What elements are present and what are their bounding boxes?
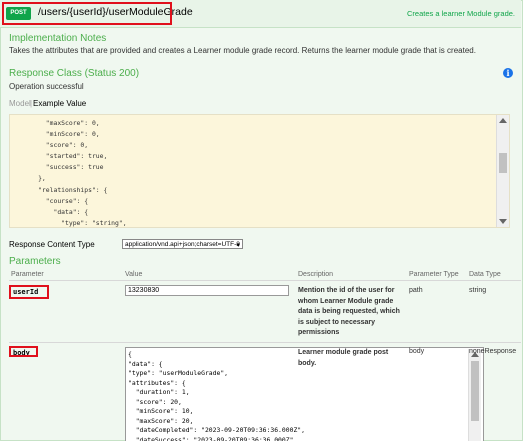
scroll-down-arrow-icon[interactable] xyxy=(499,219,507,224)
column-header-data-type: Data Type xyxy=(469,271,501,278)
data-type-userid: string xyxy=(469,287,487,294)
response-content-type-label: Response Content Type xyxy=(9,240,95,249)
tab-model[interactable]: Model xyxy=(9,99,31,108)
implementation-notes-heading: Implementation Notes xyxy=(9,33,107,44)
content-type-value: application/vnd.api+json;charset=UTF-8 xyxy=(125,241,240,248)
column-header-value: Value xyxy=(125,271,143,278)
scroll-up-arrow-icon[interactable] xyxy=(499,118,507,123)
highlight-box-userid xyxy=(9,285,49,299)
row-divider xyxy=(9,342,521,343)
param-type-body: body xyxy=(409,348,425,355)
param-type-userid: path xyxy=(409,287,423,294)
tab-separator: | xyxy=(30,99,33,108)
response-class-heading: Response Class (Status 200) xyxy=(9,68,140,79)
highlight-box-body xyxy=(9,346,38,357)
body-scrollbar[interactable] xyxy=(468,349,481,441)
parameters-heading: Parameters xyxy=(9,256,61,267)
info-icon[interactable]: i xyxy=(503,68,513,78)
header-divider xyxy=(9,280,521,281)
response-status-text: Operation successful xyxy=(9,82,84,91)
tab-example-value[interactable]: Example Value xyxy=(33,99,86,108)
scrollbar-thumb[interactable] xyxy=(471,361,479,421)
chevron-down-icon: ▾ xyxy=(236,242,240,249)
highlight-box-endpoint xyxy=(2,2,172,25)
column-header-parameter-type: Parameter Type xyxy=(409,271,459,278)
example-value-text: "maxScore": 0, "minScore": 0, "score": 0… xyxy=(38,119,127,227)
userid-input[interactable] xyxy=(125,285,289,296)
column-header-description: Description xyxy=(298,271,334,278)
example-value-code[interactable]: "maxScore": 0, "minScore": 0, "score": 0… xyxy=(9,114,510,228)
column-header-parameter: Parameter xyxy=(11,271,44,278)
implementation-notes-text: Takes the attributes that are provided a… xyxy=(9,46,476,55)
data-type-body: noneResponse xyxy=(469,348,517,355)
operation-summary[interactable]: Creates a learner Module grade. xyxy=(407,9,515,18)
scrollbar-thumb[interactable] xyxy=(499,153,507,173)
param-description-userid: Mention the id of the user for whom Lear… xyxy=(298,287,400,336)
code-scrollbar[interactable] xyxy=(496,115,509,227)
response-content-type-select[interactable]: application/vnd.api+json;charset=UTF-8 ▾ xyxy=(122,239,243,249)
param-description-body: Learner module grade post body. xyxy=(298,349,389,367)
